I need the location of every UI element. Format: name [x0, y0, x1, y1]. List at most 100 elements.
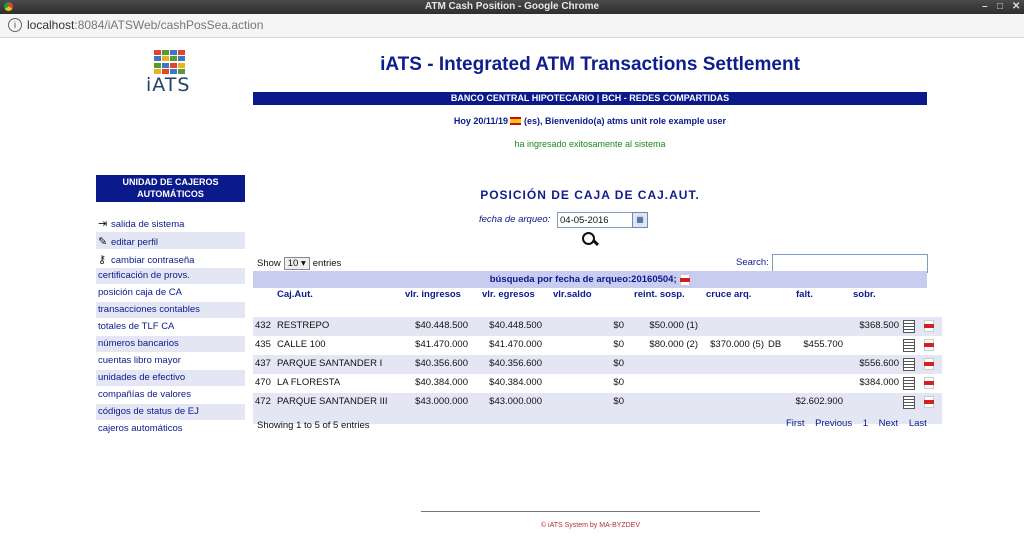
pager-previous[interactable]: Previous: [815, 418, 852, 429]
logo-grid-icon: [154, 50, 186, 74]
detail-icon[interactable]: [903, 320, 915, 333]
window-titlebar: ATM Cash Position - Google Chrome – □ ✕: [0, 0, 1024, 14]
header-egresos[interactable]: vlr. egresos: [470, 289, 544, 317]
sidebar-item-cuentas[interactable]: cuentas libro mayor: [96, 353, 245, 369]
key-icon: ⚷: [98, 254, 107, 266]
date-input[interactable]: [557, 212, 633, 228]
cell-ingresos: $41.470.000: [415, 339, 468, 350]
welcome-text: (es), Bienvenido(a) atms unit role examp…: [524, 116, 727, 126]
sidebar-item-numeros[interactable]: números bancarios: [96, 336, 245, 352]
pager-next[interactable]: Next: [879, 418, 899, 429]
header-reint[interactable]: reint. sosp.: [626, 289, 700, 317]
cell-name: RESTREPO: [277, 320, 330, 331]
sidebar-item-change-password[interactable]: ⚷ cambiar contraseña: [96, 250, 245, 267]
pdf-icon[interactable]: [679, 273, 691, 286]
show-entries: Show 10 ▾ entries: [257, 257, 341, 270]
bank-banner: BANCO CENTRAL HIPOTECARIO | BCH - REDES …: [253, 92, 927, 105]
login-success-message: ha ingresado exitosamente al sistema: [514, 139, 666, 149]
maximize-icon[interactable]: □: [997, 0, 1003, 14]
header-cajaut[interactable]: Caj.Aut.: [275, 289, 393, 317]
sidebar-item-edit-profile[interactable]: ✎ editar perfil: [96, 232, 245, 249]
site-info-icon[interactable]: i: [8, 18, 22, 32]
group-label: búsqueda por fecha de arqueo:20160504;: [489, 274, 677, 285]
header-cruce[interactable]: cruce arq.: [700, 289, 766, 317]
sidebar-item-label: cambiar contraseña: [111, 255, 195, 266]
welcome-message: Hoy 20/11/19 (es), Bienvenido(a) atms un…: [253, 116, 927, 126]
detail-icon[interactable]: [903, 377, 915, 390]
showing-info: Showing 1 to 5 of 5 entries: [257, 420, 370, 431]
cell-reint: $50.000 (1): [649, 320, 698, 331]
sidebar-item-logout[interactable]: ⇥ salida de sistema: [96, 214, 245, 231]
close-icon[interactable]: ✕: [1012, 0, 1020, 14]
pdf-icon[interactable]: [923, 377, 934, 389]
cell-falt: [788, 374, 845, 393]
detail-icon[interactable]: [903, 358, 915, 371]
sidebar-item-unidades[interactable]: unidades de efectivo: [96, 370, 245, 386]
cell-pdf: [921, 355, 942, 374]
cell-saldo: $0: [613, 339, 624, 350]
chrome-icon: [4, 2, 13, 11]
cell-saldo: $0: [613, 320, 624, 331]
header-ingresos[interactable]: vlr. ingresos: [393, 289, 470, 317]
entries-select[interactable]: 10 ▾: [283, 257, 310, 270]
sidebar-title: UNIDAD DE CAJEROS AUTOMÁTICOS: [96, 175, 245, 202]
window-title: ATM Cash Position - Google Chrome: [424, 1, 600, 12]
calendar-icon[interactable]: ▦: [632, 212, 648, 228]
pdf-icon[interactable]: [923, 358, 934, 370]
pager-page-1[interactable]: 1: [863, 418, 868, 429]
header-falt[interactable]: falt.: [788, 289, 845, 317]
header-saldo[interactable]: vlr.saldo: [544, 289, 626, 317]
pdf-icon[interactable]: [923, 339, 934, 351]
search-icon[interactable]: [581, 231, 600, 249]
spain-flag-icon[interactable]: [510, 117, 522, 125]
sidebar-item-posicion-caja[interactable]: posición caja de CA: [96, 285, 245, 301]
pdf-icon[interactable]: [923, 396, 934, 408]
cell-reint: [626, 355, 700, 374]
footer-text: © iATS System by MA-BYZDEV: [540, 522, 641, 529]
cell-detail: [901, 336, 921, 355]
cell-pdf: [921, 374, 942, 393]
cell-ingresos: $40.384.000: [415, 377, 468, 388]
app-title: iATS - Integrated ATM Transactions Settl…: [380, 54, 800, 75]
section-title: POSICIÓN DE CAJA DE CAJ.AUT.: [480, 188, 700, 202]
date-label: fecha de arqueo:: [479, 214, 551, 225]
cell-dbcr: [766, 355, 788, 374]
cell-detail: [901, 355, 921, 374]
header-sobr[interactable]: sobr.: [845, 289, 901, 317]
cash-position-table: Caj.Aut. vlr. ingresos vlr. egresos vlr.…: [253, 289, 942, 424]
pdf-icon[interactable]: [923, 320, 934, 332]
cell-egresos: $41.470.000: [489, 339, 542, 350]
group-header: búsqueda por fecha de arqueo:20160504;: [253, 271, 927, 288]
detail-icon[interactable]: [903, 396, 915, 409]
cell-falt: [788, 317, 845, 336]
cell-cruce: [700, 317, 766, 336]
table-row: 437 PARQUE SANTANDER I $40.356.600 $40.3…: [253, 355, 942, 374]
sidebar-item-companias[interactable]: compañías de valores: [96, 387, 245, 403]
cell-detail: [901, 374, 921, 393]
cell-id: 432: [255, 320, 271, 331]
cell-cruce: $370.000 (5): [710, 339, 764, 350]
sidebar-item-codigos[interactable]: códigos de status de EJ: [96, 404, 245, 420]
cell-ingresos: $40.356.600: [415, 358, 468, 369]
address-bar[interactable]: i localhost:8084/iATSWeb/cashPosSea.acti…: [0, 14, 1024, 38]
minimize-icon[interactable]: –: [982, 0, 988, 14]
table-search-label: Search:: [736, 257, 769, 268]
detail-icon[interactable]: [903, 339, 915, 352]
table-header-row: Caj.Aut. vlr. ingresos vlr. egresos vlr.…: [253, 289, 942, 317]
show-label: Show: [257, 258, 281, 269]
cell-name: PARQUE SANTANDER I: [277, 358, 383, 369]
pager-first[interactable]: First: [786, 418, 804, 429]
sidebar-item-totales[interactable]: totales de TLF CA: [96, 319, 245, 335]
cell-dbcr: DB: [768, 339, 782, 350]
cell-name: LA FLORESTA: [277, 377, 341, 388]
sidebar-item-certificacion[interactable]: certificación de provs.: [96, 268, 245, 284]
exit-icon: ⇥: [98, 218, 108, 230]
url-text[interactable]: localhost:8084/iATSWeb/cashPosSea.action: [27, 18, 263, 32]
pagination: First Previous 1 Next Last: [786, 418, 935, 429]
sidebar-item-cajeros[interactable]: cajeros automáticos: [96, 421, 245, 437]
cell-saldo: $0: [613, 358, 624, 369]
sidebar-item-transacciones[interactable]: transacciones contables: [96, 302, 245, 318]
cell-ingresos: $40.448.500: [415, 320, 468, 331]
pager-last[interactable]: Last: [909, 418, 927, 429]
sidebar-item-label: salida de sistema: [111, 219, 185, 230]
